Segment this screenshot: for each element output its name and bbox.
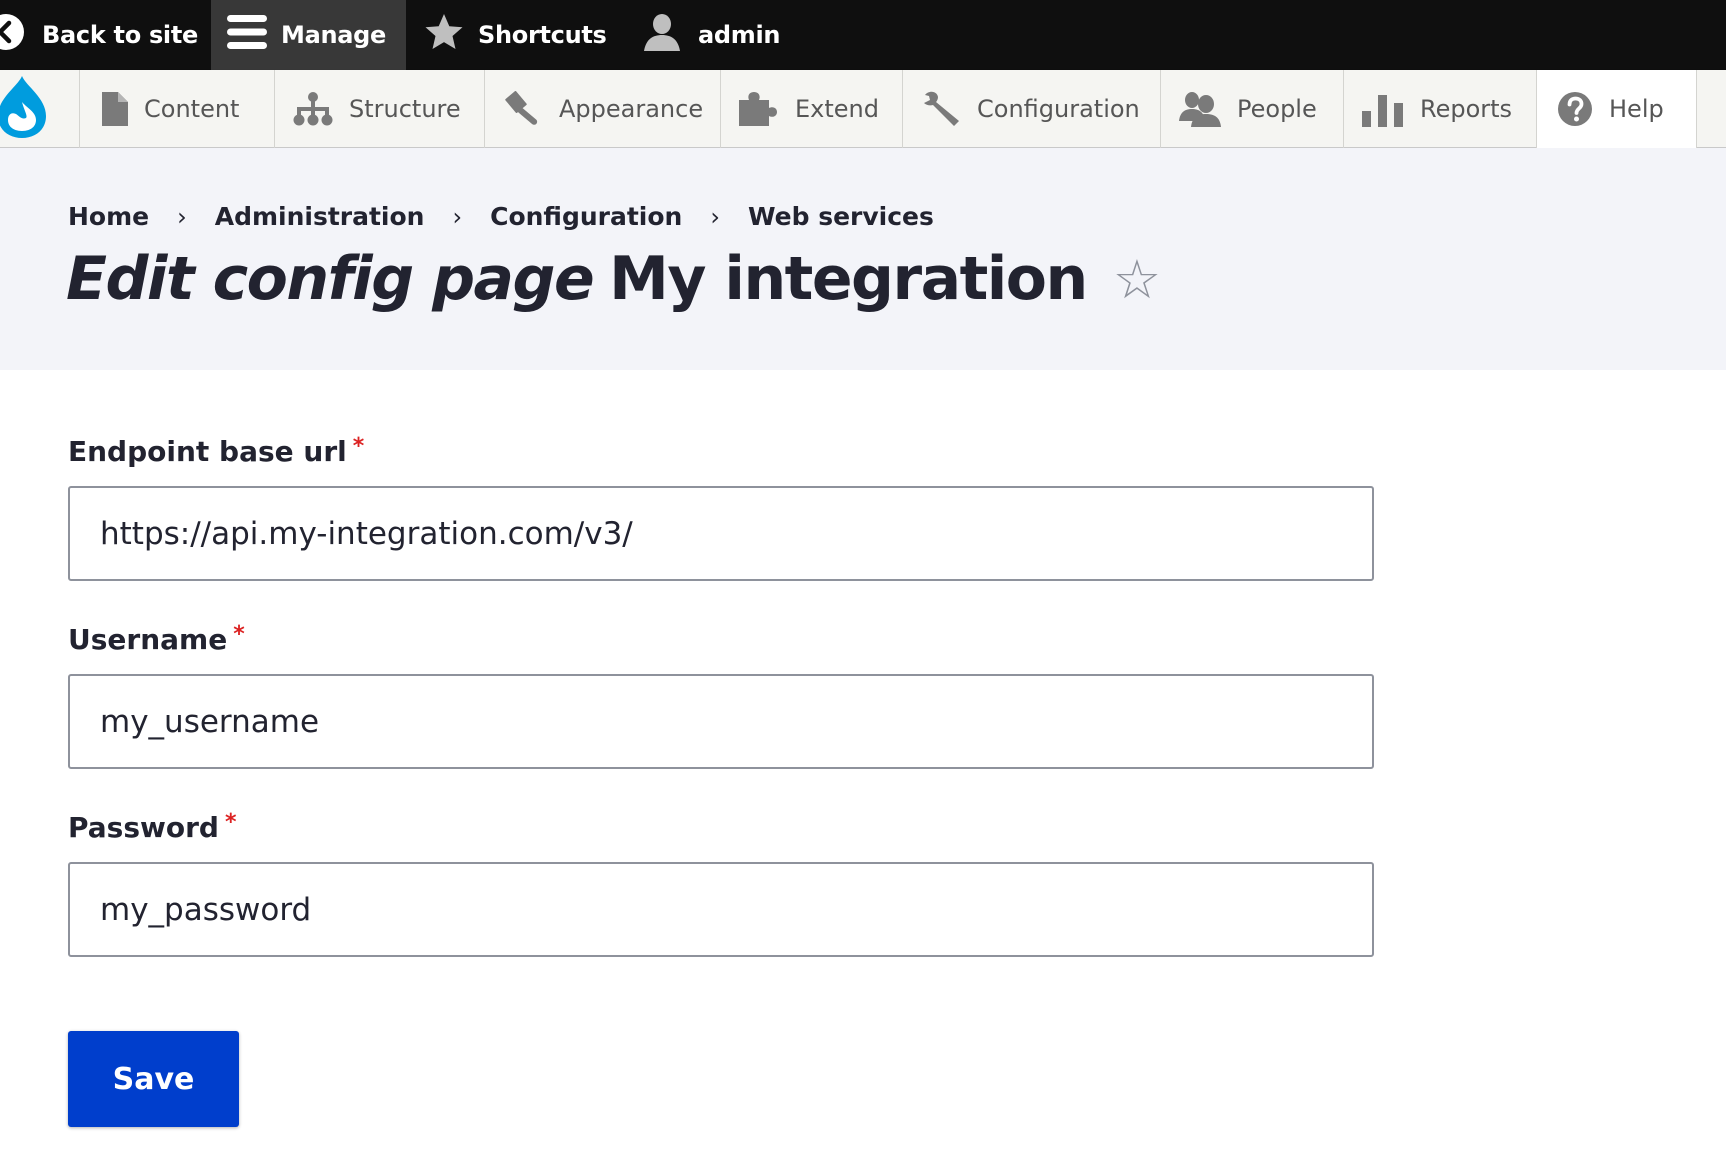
tray-item-label: Structure — [349, 95, 461, 123]
breadcrumb-administration[interactable]: Administration — [215, 202, 425, 231]
question-icon — [1557, 91, 1593, 127]
sitemap-icon — [293, 92, 333, 126]
drupal-drop-icon — [0, 72, 50, 146]
page-icon — [102, 92, 128, 126]
tray-item-label: Help — [1609, 95, 1664, 123]
favorite-star-icon[interactable]: ☆ — [1113, 248, 1161, 311]
username-input[interactable] — [68, 674, 1374, 769]
save-button[interactable]: Save — [68, 1031, 239, 1127]
tray-item-label: Appearance — [559, 95, 704, 123]
tray-item-label: Content — [144, 95, 240, 123]
tray-item-label: Reports — [1420, 95, 1513, 123]
shortcuts-label: Shortcuts — [478, 21, 607, 49]
breadcrumb-separator: › — [710, 202, 720, 231]
tray-item-label: Configuration — [977, 95, 1140, 123]
breadcrumb-separator: › — [452, 202, 463, 231]
shortcuts-tab[interactable]: Shortcuts — [424, 0, 607, 70]
breadcrumb: Home › Administration › Configuration › … — [68, 202, 934, 231]
endpoint-input[interactable] — [68, 486, 1374, 581]
endpoint-label: Endpoint base url * — [68, 434, 1374, 474]
puzzle-icon — [739, 92, 779, 126]
tray-item-structure[interactable]: Structure — [275, 70, 485, 148]
username-label-text: Username — [68, 623, 228, 656]
star-icon — [424, 12, 464, 58]
breadcrumb-configuration[interactable]: Configuration — [490, 202, 682, 231]
admin-toolbar: Back to site Manage Shortcuts admin — [0, 0, 1726, 70]
form-item-endpoint: Endpoint base url * — [68, 434, 1374, 581]
password-input[interactable] — [68, 862, 1374, 957]
tray-item-extend[interactable]: Extend — [721, 70, 903, 148]
drupal-logo-link[interactable] — [0, 70, 80, 148]
bar-chart-icon — [1362, 91, 1404, 127]
tray-item-help[interactable]: Help — [1537, 70, 1697, 148]
required-marker: * — [233, 622, 245, 647]
user-account-tab[interactable]: admin — [642, 0, 781, 70]
tray-item-label: People — [1237, 95, 1317, 123]
chevron-left-circle-icon — [0, 12, 26, 58]
required-marker: * — [224, 810, 237, 835]
breadcrumb-home[interactable]: Home — [68, 202, 149, 231]
manage-tab[interactable]: Manage — [211, 0, 406, 70]
user-icon — [642, 12, 682, 58]
hamburger-menu-icon — [227, 13, 267, 57]
people-icon — [1179, 91, 1221, 127]
required-marker: * — [352, 434, 365, 459]
back-to-site-link[interactable]: Back to site — [0, 0, 198, 70]
manage-label: Manage — [281, 21, 387, 49]
form-item-password: Password * — [68, 810, 1374, 957]
page-header: Home › Administration › Configuration › … — [0, 148, 1726, 370]
username-label: Username * — [68, 622, 1374, 662]
back-to-site-label: Back to site — [42, 21, 199, 49]
tray-item-label: Extend — [795, 95, 879, 123]
page-title-name: My integration — [609, 244, 1088, 314]
password-label: Password * — [68, 810, 1374, 850]
manage-tray: Content Structure Appearance Extend Conf… — [0, 70, 1726, 148]
page-title: Edit config page My integration ☆ — [66, 244, 1161, 314]
paintbrush-icon — [503, 91, 543, 127]
password-label-text: Password — [68, 811, 219, 844]
tray-item-people[interactable]: People — [1161, 70, 1344, 148]
tray-item-content[interactable]: Content — [80, 70, 275, 148]
breadcrumb-web-services[interactable]: Web services — [748, 202, 934, 231]
form-item-username: Username * — [68, 622, 1374, 769]
page-title-emphasis: Edit config page — [66, 244, 595, 314]
breadcrumb-separator: › — [177, 202, 187, 231]
tray-item-reports[interactable]: Reports — [1344, 70, 1537, 148]
endpoint-label-text: Endpoint base url — [68, 435, 347, 468]
tray-item-configuration[interactable]: Configuration — [903, 70, 1161, 148]
page: Back to site Manage Shortcuts admin Cont… — [0, 0, 1726, 1172]
tray-item-appearance[interactable]: Appearance — [485, 70, 721, 148]
wrench-icon — [921, 91, 961, 127]
user-account-label: admin — [698, 21, 781, 49]
